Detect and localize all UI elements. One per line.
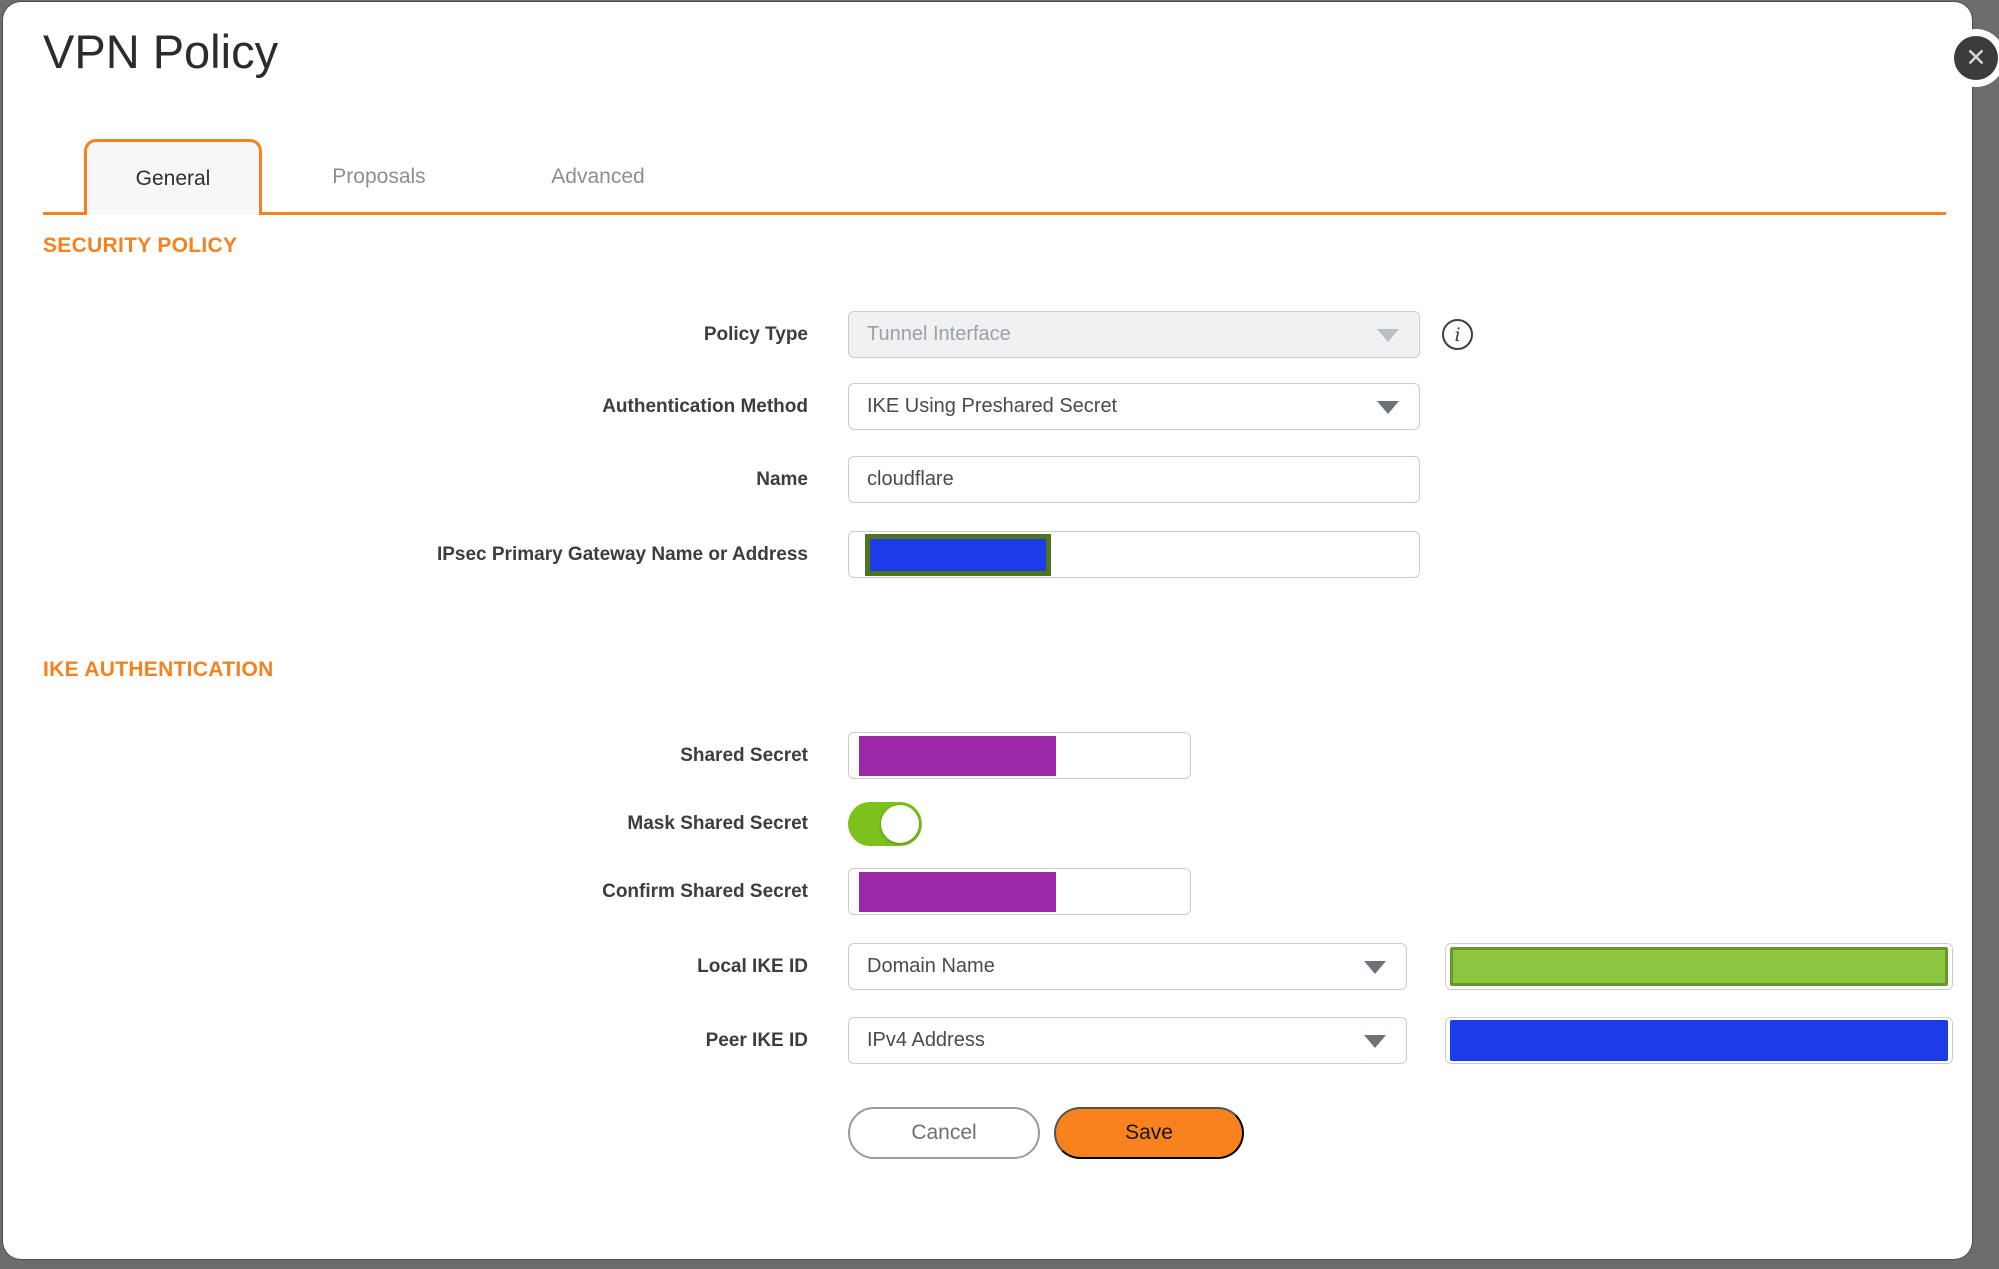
redacted-value-block — [1450, 1020, 1948, 1061]
cancel-button[interactable]: Cancel — [848, 1107, 1040, 1159]
auth-method-label: Authentication Method — [602, 395, 808, 417]
shared-secret-label: Shared Secret — [680, 744, 808, 766]
gateway-label: IPsec Primary Gateway Name or Address — [436, 543, 808, 565]
close-button[interactable]: ✕ — [1954, 36, 1998, 80]
peer-ike-id-select[interactable]: IPv4 Address — [848, 1017, 1407, 1064]
name-row: Name cloudflare — [43, 456, 1954, 503]
tab-advanced-label: Advanced — [551, 165, 645, 188]
tab-general-label: General — [135, 166, 211, 190]
section-heading-security-policy: SECURITY POLICY — [43, 234, 238, 257]
close-icon: ✕ — [1965, 43, 1987, 72]
local-ike-id-row: Local IKE ID Domain Name — [43, 943, 1954, 990]
action-buttons: Cancel Save — [848, 1107, 1954, 1159]
policy-type-row: Policy Type Tunnel Interface i — [43, 311, 1954, 358]
auth-method-select[interactable]: IKE Using Preshared Secret — [848, 383, 1420, 430]
info-icon[interactable]: i — [1442, 319, 1473, 350]
chevron-down-icon — [1377, 328, 1399, 342]
mask-shared-secret-toggle[interactable] — [848, 802, 922, 846]
mask-shared-secret-row: Mask Shared Secret — [43, 802, 1954, 846]
tab-proposals-label: Proposals — [332, 165, 426, 188]
vpn-policy-dialog: VPN Policy General Proposals Advanced SE… — [3, 2, 1972, 1259]
chevron-down-icon — [1364, 960, 1386, 974]
peer-ike-id-label: Peer IKE ID — [705, 1029, 808, 1051]
local-ike-id-value-input[interactable] — [1445, 943, 1953, 990]
local-ike-id-select[interactable]: Domain Name — [848, 943, 1407, 990]
redacted-value-block — [859, 871, 1056, 912]
confirm-shared-secret-label: Confirm Shared Secret — [602, 880, 808, 902]
redacted-value-block — [865, 533, 1051, 576]
page-title: VPN Policy — [43, 25, 279, 78]
toggle-knob — [881, 805, 919, 843]
name-value: cloudflare — [867, 468, 954, 490]
screen: VPN Policy General Proposals Advanced SE… — [0, 0, 1999, 1269]
policy-type-label: Policy Type — [703, 323, 808, 345]
peer-ike-id-value: IPv4 Address — [867, 1029, 985, 1051]
section-heading-ike-authentication: IKE AUTHENTICATION — [43, 658, 274, 681]
chevron-down-icon — [1364, 1034, 1386, 1048]
local-ike-id-label: Local IKE ID — [697, 955, 808, 977]
auth-method-row: Authentication Method IKE Using Preshare… — [43, 383, 1954, 430]
mask-shared-secret-label: Mask Shared Secret — [627, 813, 808, 834]
tab-proposals[interactable]: Proposals — [318, 142, 440, 212]
policy-type-value: Tunnel Interface — [867, 323, 1011, 345]
tab-advanced[interactable]: Advanced — [536, 142, 660, 212]
form-content: SECURITY POLICY Policy Type Tunnel Inter… — [3, 233, 1972, 1159]
confirm-shared-secret-row: Confirm Shared Secret — [43, 868, 1954, 915]
peer-ike-id-value-input[interactable] — [1445, 1017, 1953, 1064]
confirm-shared-secret-input[interactable] — [848, 868, 1191, 915]
peer-ike-id-row: Peer IKE ID IPv4 Address — [43, 1017, 1954, 1064]
shared-secret-row: Shared Secret — [43, 732, 1954, 779]
shared-secret-input[interactable] — [848, 732, 1191, 779]
local-ike-id-value: Domain Name — [867, 955, 995, 977]
name-input[interactable]: cloudflare — [848, 456, 1420, 503]
redacted-value-block — [1450, 947, 1948, 986]
gateway-input[interactable] — [848, 531, 1420, 578]
name-label: Name — [756, 468, 808, 490]
policy-type-select[interactable]: Tunnel Interface — [848, 311, 1420, 358]
info-glyph: i — [1454, 323, 1461, 346]
tab-general[interactable]: General — [84, 139, 262, 215]
redacted-value-block — [859, 735, 1056, 776]
gateway-row: IPsec Primary Gateway Name or Address — [43, 531, 1954, 578]
auth-method-value: IKE Using Preshared Secret — [867, 395, 1118, 417]
tab-bar: General Proposals Advanced — [43, 139, 1946, 215]
save-button[interactable]: Save — [1054, 1107, 1244, 1159]
chevron-down-icon — [1377, 400, 1399, 414]
